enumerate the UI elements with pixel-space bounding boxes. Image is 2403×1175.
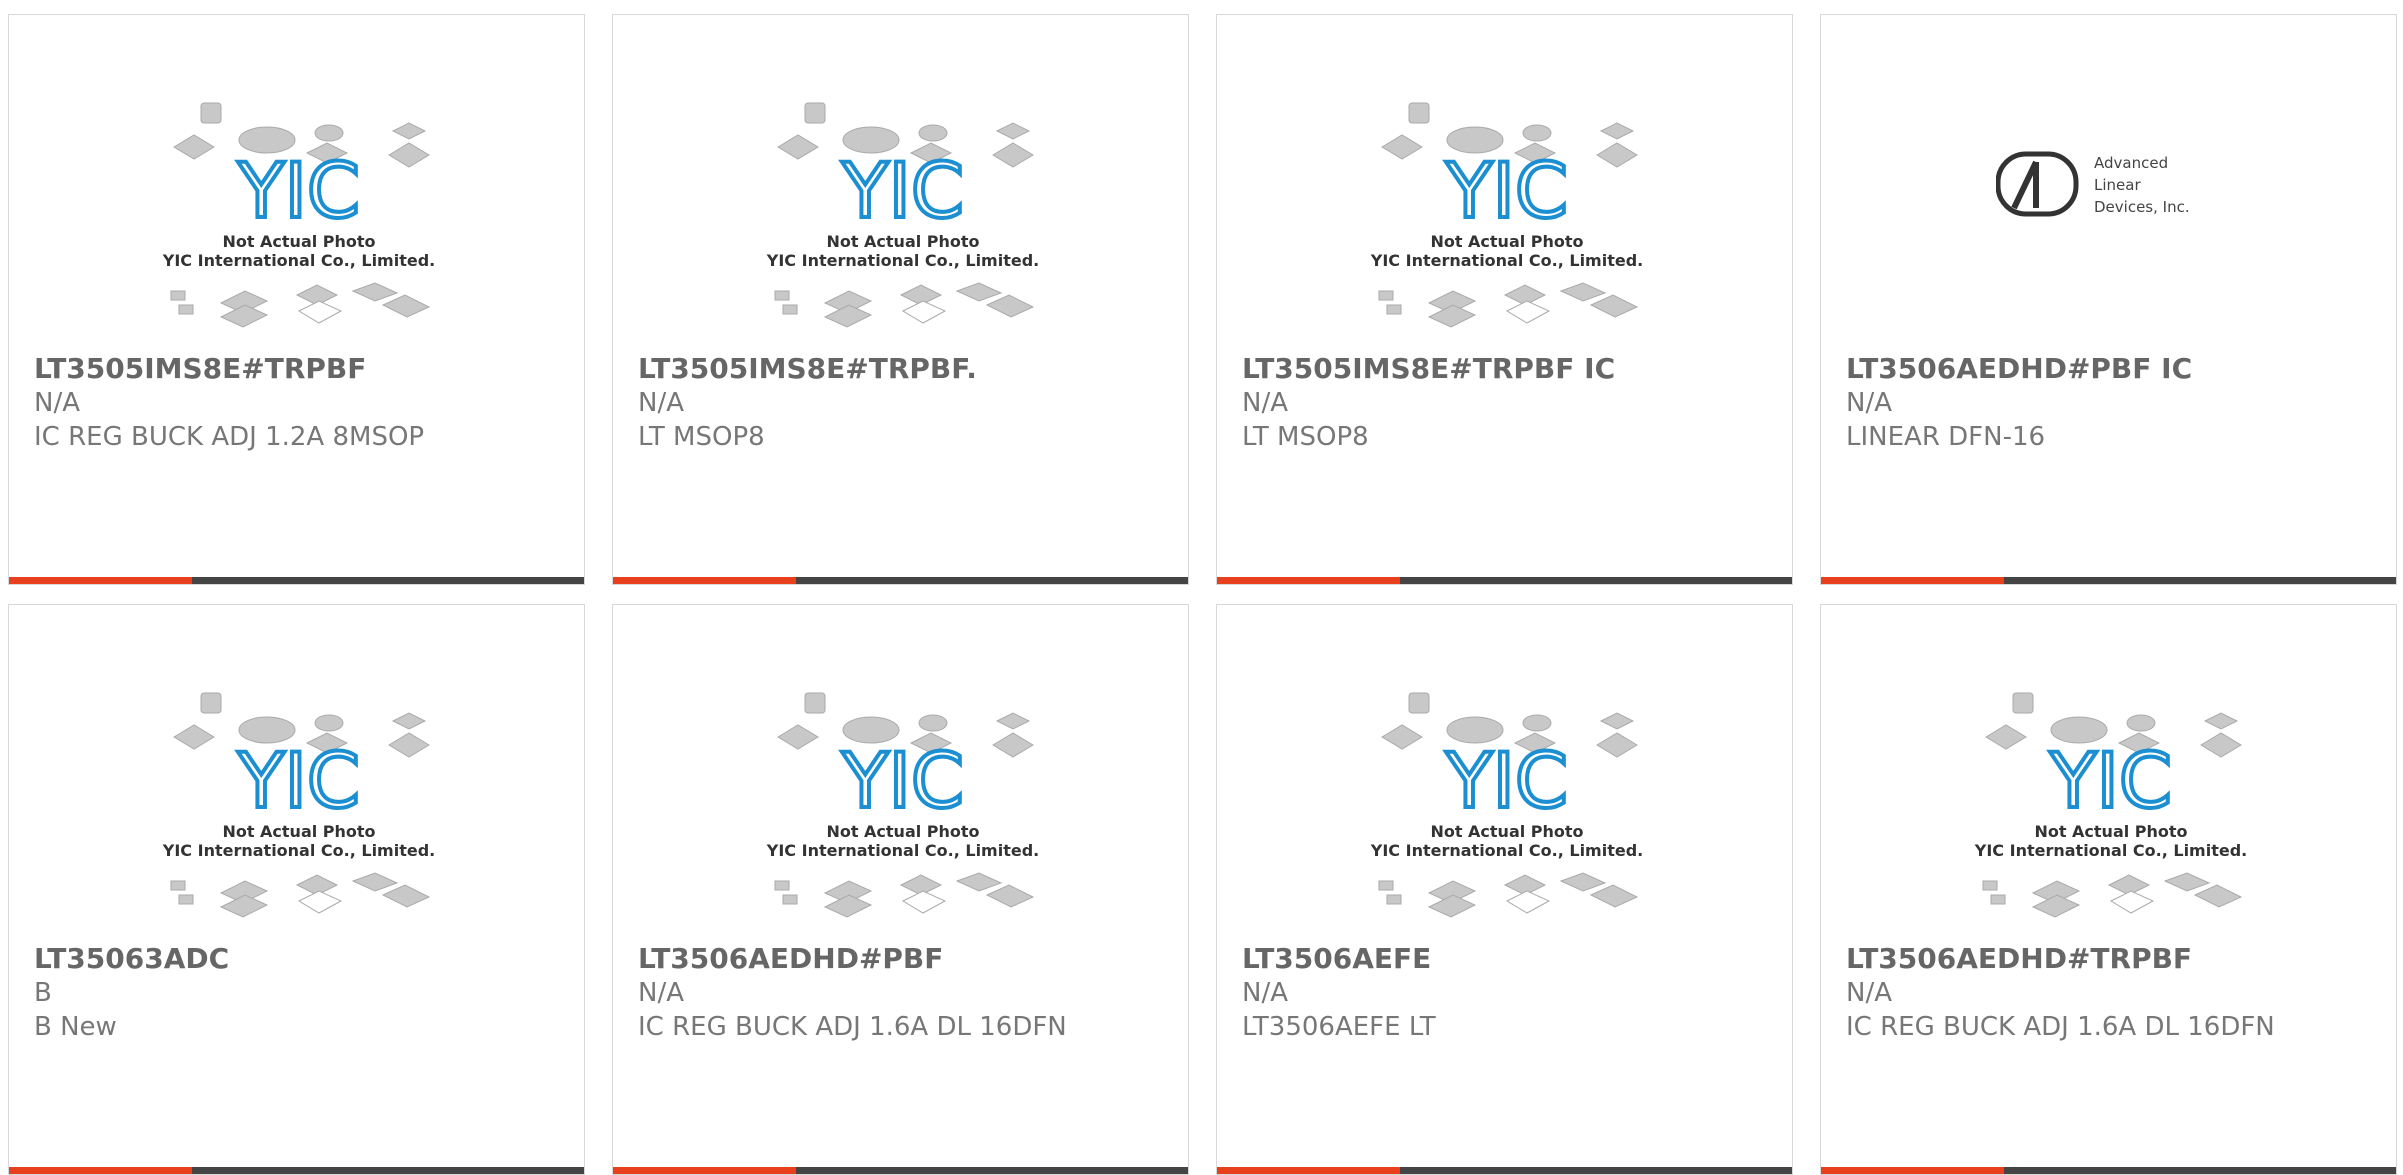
product-image: YIC Not Actual Photo YIC International C… bbox=[1961, 685, 2261, 955]
product-manufacturer: N/A bbox=[1846, 978, 1892, 1008]
product-image: YIC Not Actual Photo YIC International C… bbox=[753, 685, 1053, 955]
product-title[interactable]: LT3505IMS8E#TRPBF. bbox=[638, 352, 977, 385]
product-title[interactable]: LT3506AEDHD#TRPBF bbox=[1846, 942, 2192, 975]
product-image: YIC Not Actual Photo YIC International C… bbox=[1357, 95, 1657, 365]
svg-text:YIC International Co., Limited: YIC International Co., Limited. bbox=[766, 841, 1039, 860]
product-card[interactable]: YIC Not Actual Photo YIC International C… bbox=[8, 604, 585, 1175]
svg-text:Not Actual Photo: Not Actual Photo bbox=[1430, 232, 1583, 251]
card-bar bbox=[1821, 1167, 2396, 1174]
yic-logo-icon: YIC bbox=[237, 736, 360, 825]
product-card[interactable]: Advanced Linear Devices, Inc. LT3506AEDH… bbox=[1820, 14, 2397, 585]
product-image: YIC Not Actual Photo YIC International C… bbox=[1357, 685, 1657, 955]
card-bar bbox=[9, 577, 584, 584]
product-description: IC REG BUCK ADJ 1.2A 8MSOP bbox=[34, 422, 425, 452]
product-description: B New bbox=[34, 1012, 117, 1042]
yic-logo-icon: YIC bbox=[237, 146, 360, 235]
svg-text:Advanced: Advanced bbox=[2094, 154, 2168, 172]
product-manufacturer: N/A bbox=[1242, 978, 1288, 1008]
product-manufacturer: N/A bbox=[1242, 388, 1288, 418]
product-card[interactable]: YIC Not Actual Photo YIC International C… bbox=[1820, 604, 2397, 1175]
card-bar bbox=[613, 577, 1188, 584]
product-description: LT3506AEFE LT bbox=[1242, 1012, 1436, 1042]
yic-logo-icon: YIC bbox=[1445, 736, 1568, 825]
card-bar bbox=[1217, 577, 1792, 584]
product-title[interactable]: LT3505IMS8E#TRPBF bbox=[34, 352, 366, 385]
yic-logo-icon: YIC bbox=[1445, 146, 1568, 235]
product-title[interactable]: LT35063ADC bbox=[34, 942, 229, 975]
product-title[interactable]: LT3506AEFE bbox=[1242, 942, 1431, 975]
card-bar bbox=[1821, 577, 2396, 584]
product-image: YIC Not Actual Photo YIC International C… bbox=[149, 95, 449, 365]
product-card[interactable]: YIC Not Actual Photo YIC International C… bbox=[8, 14, 585, 585]
svg-text:Not Actual Photo: Not Actual Photo bbox=[826, 232, 979, 251]
yic-logo-icon: YIC bbox=[841, 146, 964, 235]
product-manufacturer: B bbox=[34, 978, 52, 1008]
product-card[interactable]: YIC Not Actual Photo YIC International C… bbox=[612, 14, 1189, 585]
product-title[interactable]: LT3506AEDHD#PBF IC bbox=[1846, 352, 2192, 385]
product-card[interactable]: YIC Not Actual Photo YIC International C… bbox=[1216, 14, 1793, 585]
card-bar bbox=[9, 1167, 584, 1174]
product-manufacturer: N/A bbox=[1846, 388, 1892, 418]
product-card[interactable]: YIC Not Actual Photo YIC International C… bbox=[612, 604, 1189, 1175]
svg-text:YIC International Co., Limited: YIC International Co., Limited. bbox=[162, 841, 435, 860]
product-description: LT MSOP8 bbox=[638, 422, 765, 452]
svg-text:YIC International Co., Limited: YIC International Co., Limited. bbox=[1370, 251, 1643, 270]
product-description: LT MSOP8 bbox=[1242, 422, 1369, 452]
svg-text:YIC International Co., Limited: YIC International Co., Limited. bbox=[1974, 841, 2247, 860]
product-description: IC REG BUCK ADJ 1.6A DL 16DFN bbox=[1846, 1012, 2275, 1042]
product-description: LINEAR DFN-16 bbox=[1846, 422, 2046, 452]
svg-text:Not Actual Photo: Not Actual Photo bbox=[826, 822, 979, 841]
manufacturer-logo: Advanced Linear Devices, Inc. bbox=[1995, 150, 2226, 224]
product-title[interactable]: LT3506AEDHD#PBF bbox=[638, 942, 943, 975]
svg-text:YIC International Co., Limited: YIC International Co., Limited. bbox=[766, 251, 1039, 270]
svg-text:Linear: Linear bbox=[2094, 176, 2141, 194]
product-manufacturer: N/A bbox=[638, 388, 684, 418]
product-title[interactable]: LT3505IMS8E#TRPBF IC bbox=[1242, 352, 1615, 385]
yic-logo-icon: YIC bbox=[2049, 736, 2172, 825]
card-bar bbox=[1217, 1167, 1792, 1174]
svg-text:YIC International Co., Limited: YIC International Co., Limited. bbox=[1370, 841, 1643, 860]
product-image: YIC Not Actual Photo YIC International C… bbox=[753, 95, 1053, 365]
product-manufacturer: N/A bbox=[638, 978, 684, 1008]
product-manufacturer: N/A bbox=[34, 388, 80, 418]
svg-text:YIC International Co., Limited: YIC International Co., Limited. bbox=[162, 251, 435, 270]
card-bar bbox=[613, 1167, 1188, 1174]
product-card[interactable]: YIC Not Actual Photo YIC International C… bbox=[1216, 604, 1793, 1175]
product-image: YIC Not Actual Photo YIC International C… bbox=[149, 685, 449, 955]
svg-text:Devices, Inc.: Devices, Inc. bbox=[2094, 198, 2190, 216]
svg-text:Not Actual Photo: Not Actual Photo bbox=[222, 822, 375, 841]
svg-text:Not Actual Photo: Not Actual Photo bbox=[222, 232, 375, 251]
svg-text:Not Actual Photo: Not Actual Photo bbox=[2034, 822, 2187, 841]
yic-logo-icon: YIC bbox=[841, 736, 964, 825]
svg-text:Not Actual Photo: Not Actual Photo bbox=[1430, 822, 1583, 841]
product-description: IC REG BUCK ADJ 1.6A DL 16DFN bbox=[638, 1012, 1067, 1042]
